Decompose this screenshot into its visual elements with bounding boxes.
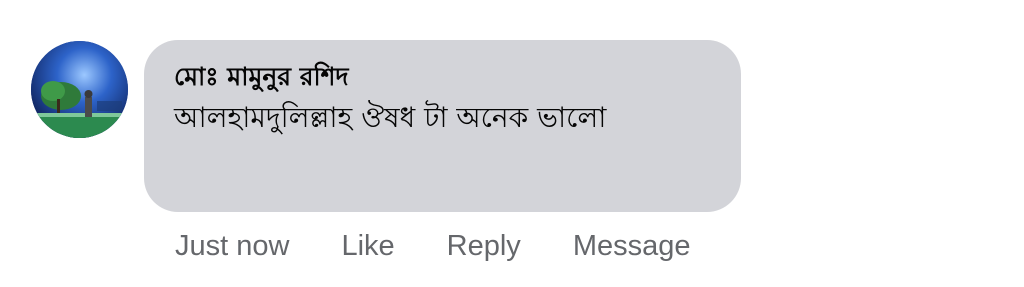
comment-author[interactable]: মোঃ মামুনুর রশিদ — [174, 60, 711, 94]
comment: মোঃ মামুনুর রশিদ আলহামদুলিল্লাহ ঔষধ টা অ… — [0, 0, 1024, 287]
comment-text: আলহামদুলিল্লাহ ঔষধ টা অনেক ভালো — [174, 101, 607, 134]
message-button[interactable]: Message — [573, 230, 691, 263]
user-avatar[interactable] — [31, 41, 128, 138]
comment-actions: Just now Like Reply Message — [175, 224, 690, 268]
like-button[interactable]: Like — [341, 230, 394, 263]
reply-button[interactable]: Reply — [447, 230, 521, 263]
comment-timestamp[interactable]: Just now — [175, 230, 289, 263]
comment-bubble: মোঃ মামুনুর রশিদ আলহামদুলিল্লাহ ঔষধ টা অ… — [144, 40, 741, 212]
avatar-photo-icon — [31, 41, 128, 138]
